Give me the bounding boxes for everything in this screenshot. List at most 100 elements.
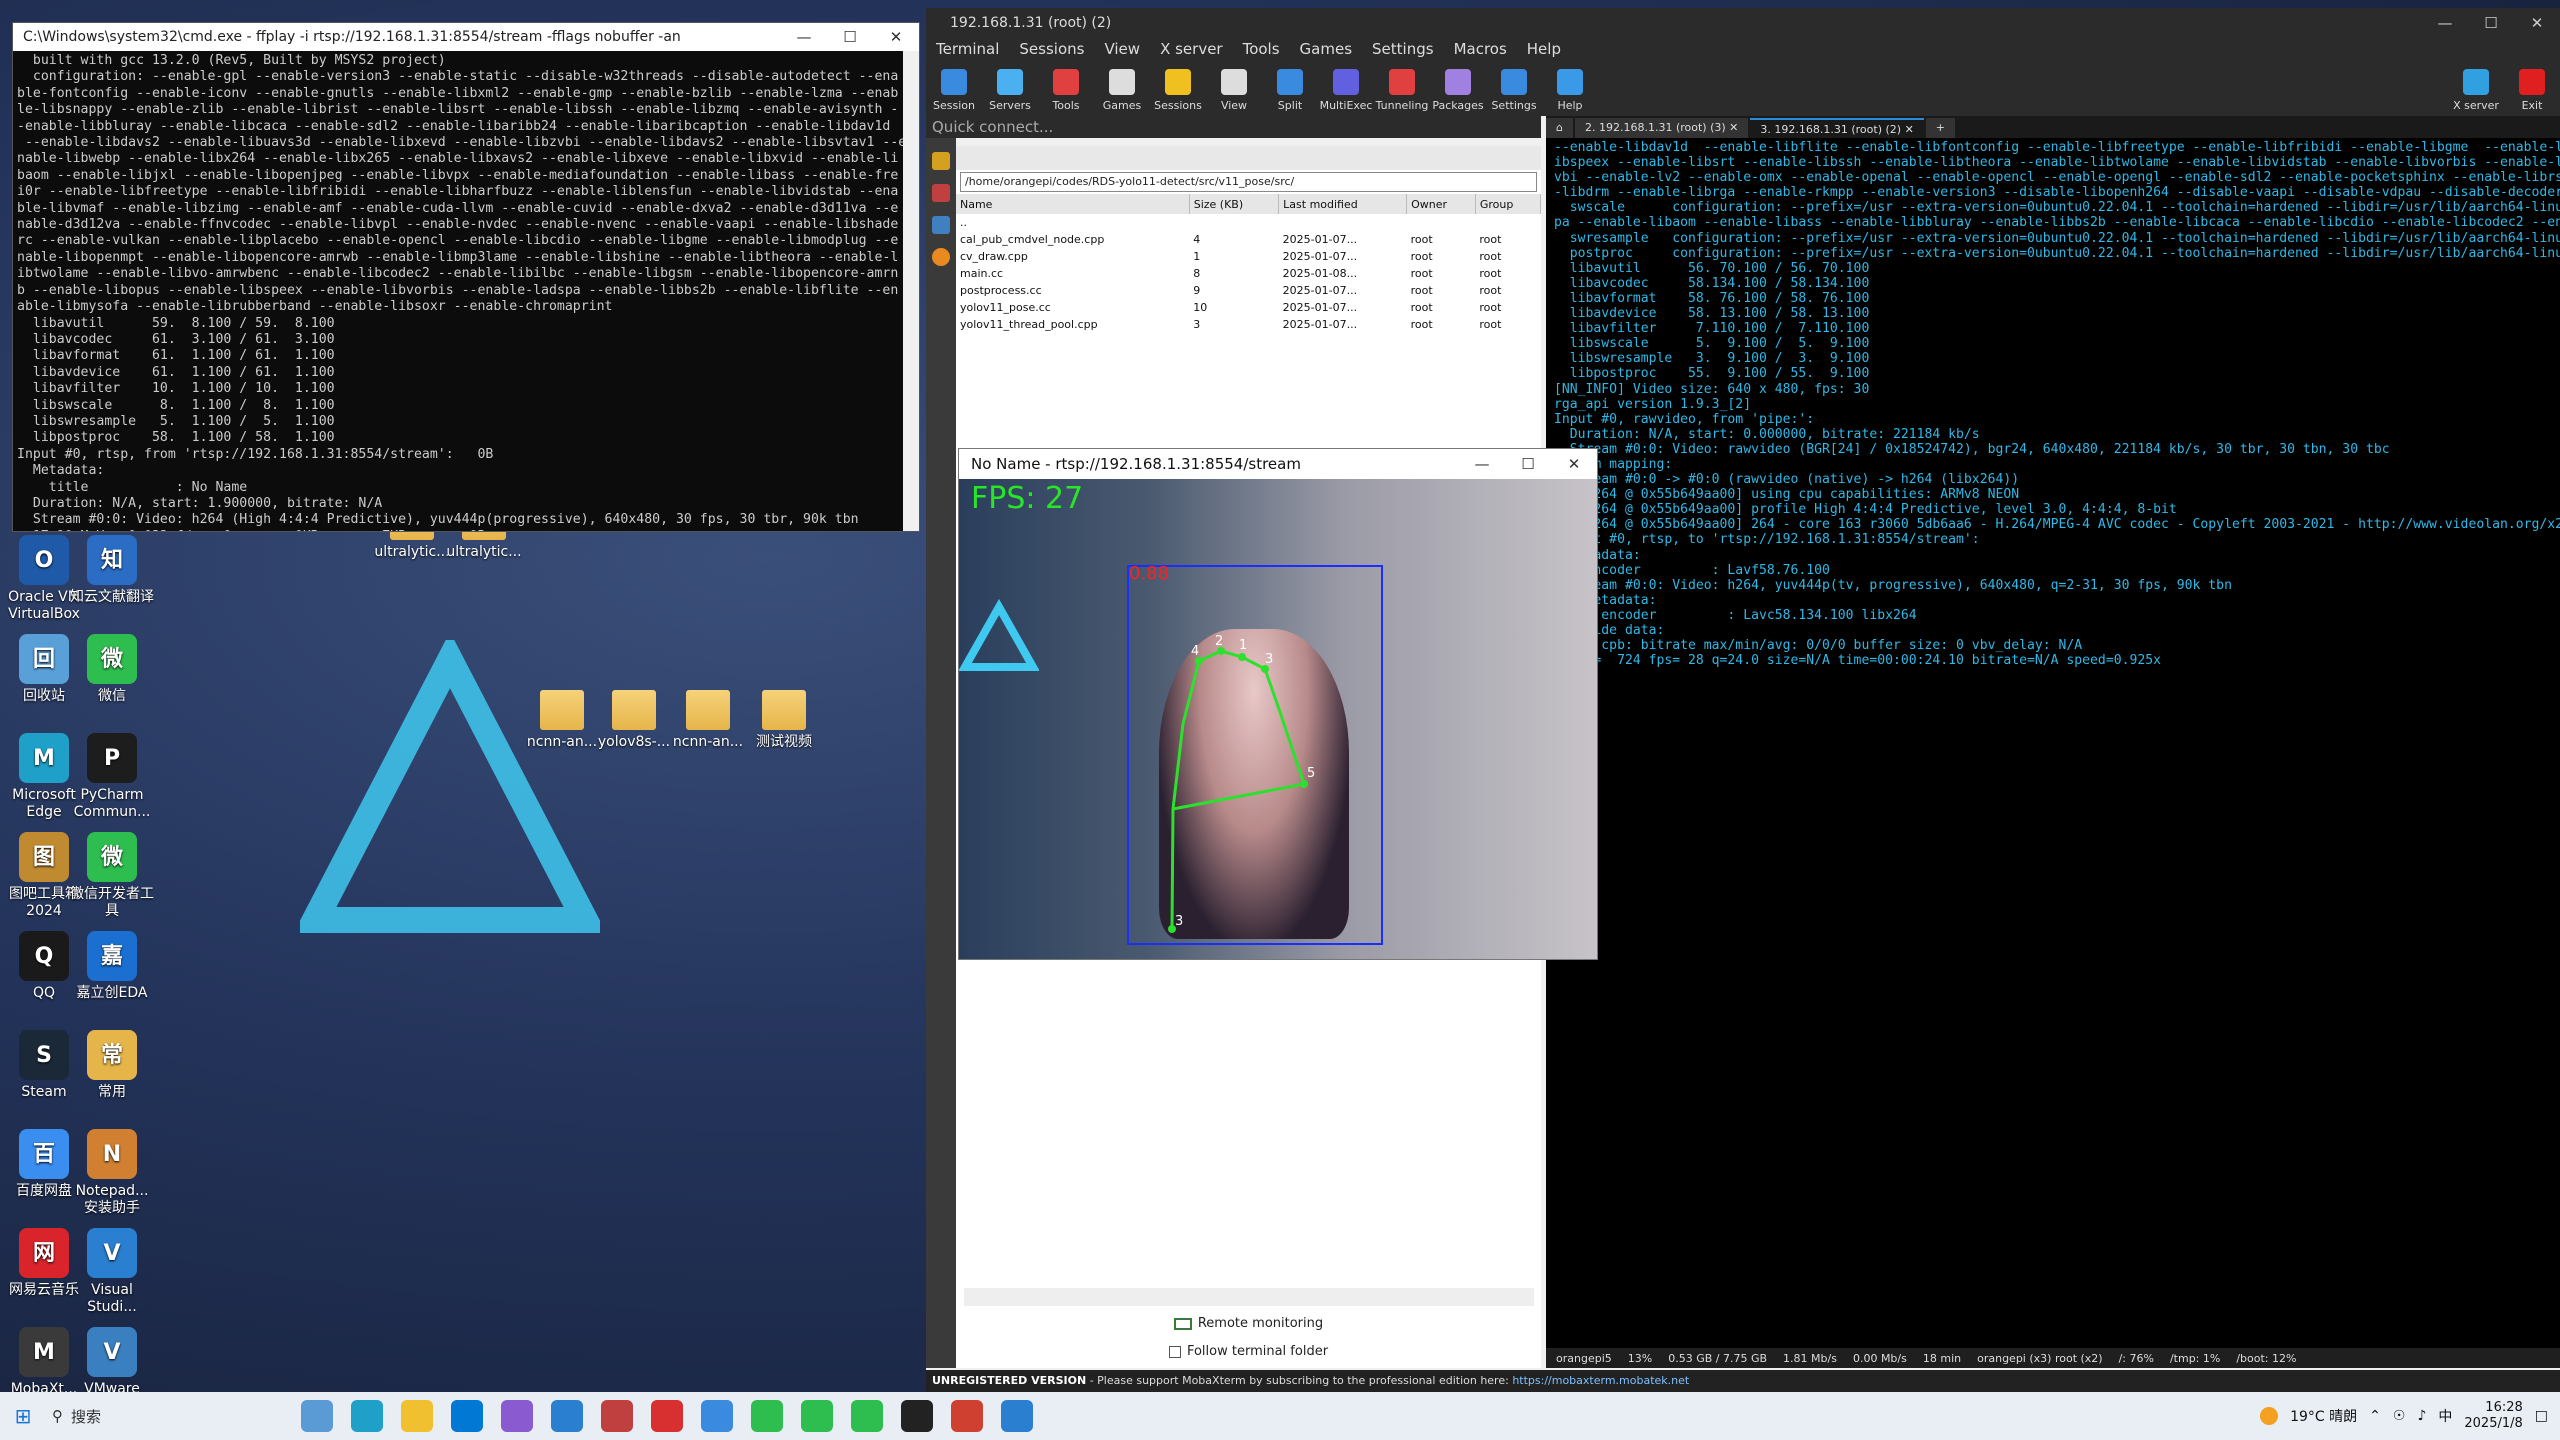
toolbar-x-server-button[interactable]: X server [2448,69,2504,112]
menu-item-terminal[interactable]: Terminal [926,40,1009,58]
cmd-window[interactable]: C:\Windows\system32\cmd.exe - ffplay -i … [12,22,920,532]
desktop-icon[interactable]: N Notepad... 安装助手 [68,1129,156,1217]
taskbar-app-icon[interactable] [451,1400,483,1432]
cmd-scrollbar[interactable] [903,51,919,531]
session-tab[interactable]: 2. 192.168.1.31 (root) (3) ✕ [1574,118,1749,138]
tools-icon[interactable] [932,184,950,202]
minimize-button[interactable]: — [781,28,827,46]
macros-icon[interactable] [932,248,950,266]
menu-item-help[interactable]: Help [1517,40,1571,58]
menu-item-games[interactable]: Games [1290,40,1362,58]
new-tab-button[interactable]: + [1925,118,1956,138]
taskbar-app-icon[interactable] [651,1400,683,1432]
ffplay-titlebar[interactable]: No Name - rtsp://192.168.1.31:8554/strea… [959,449,1597,479]
file-row[interactable]: main.cc 8 2025-01-08... root root [956,265,1541,282]
toolbar-view-button[interactable]: View [1206,69,1262,112]
toolbar-tunneling-button[interactable]: Tunneling [1374,69,1430,112]
toolbar-packages-button[interactable]: Packages [1430,69,1486,112]
taskbar-app-icon[interactable] [301,1400,333,1432]
taskbar-search[interactable]: ⚲ 搜索 [52,1398,192,1434]
column-header[interactable]: Group [1475,194,1542,214]
toolbar-sessions-button[interactable]: Sessions [1150,69,1206,112]
desktop-icon[interactable]: V Visual Studi... [68,1228,156,1316]
file-row[interactable]: cal_pub_cmdvel_node.cpp 4 2025-01-07... roo… [956,231,1541,248]
chevron-up-icon[interactable]: ⌃ [2369,1408,2381,1424]
menu-item-view[interactable]: View [1094,40,1150,58]
volume-icon[interactable]: ♪ [2417,1408,2426,1424]
sftp-hscrollbar[interactable] [964,1288,1534,1306]
ime-indicator[interactable]: 中 [2438,1406,2452,1426]
column-header[interactable]: Last modified [1278,194,1408,214]
desktop-folder[interactable]: ncnn-an... [664,690,752,751]
desktop-icon[interactable]: P PyCharm Commun... [68,733,156,821]
subscribe-link[interactable]: https://mobaxterm.mobatek.net [1512,1374,1689,1387]
toolbar-games-button[interactable]: Games [1094,69,1150,112]
toolbar-multiexec-button[interactable]: MultiExec [1318,69,1374,112]
taskbar-app-icon[interactable] [1001,1400,1033,1432]
ffplay-minimize-button[interactable]: — [1459,455,1505,473]
taskbar-app-icon[interactable] [601,1400,633,1432]
menu-item-settings[interactable]: Settings [1362,40,1444,58]
remote-monitoring-button[interactable]: Remote monitoring [956,1316,1541,1331]
notification-icon[interactable]: □ [2535,1408,2548,1424]
file-row[interactable]: yolov11_thread_pool.cpp 3 2025-01-07... roo… [956,316,1541,333]
file-row[interactable]: postprocess.cc 9 2025-01-07... root root [956,282,1541,299]
ffplay-close-button[interactable]: ✕ [1551,455,1597,473]
desktop-icon[interactable]: 微微信开发者工具 [68,832,156,920]
desktop-icon[interactable]: 知知云文献翻译 [68,535,156,606]
taskbar-app-icon[interactable] [951,1400,983,1432]
terminal[interactable]: --enable-libdav1d --enable-libflite --en… [1546,138,2560,1368]
home-tab[interactable]: ⌂ [1546,118,1573,138]
taskbar-app-icon[interactable] [801,1400,833,1432]
column-header[interactable]: Size (KB) [1189,194,1280,214]
sftp-icon[interactable] [932,216,950,234]
taskbar-app-icon[interactable] [851,1400,883,1432]
taskbar-app-icon[interactable] [701,1400,733,1432]
menu-item-x-server[interactable]: X server [1150,40,1233,58]
network-icon[interactable]: ☉ [2393,1408,2406,1424]
star-icon[interactable] [932,152,950,170]
toolbar-servers-button[interactable]: Servers [982,69,1038,112]
weather-label[interactable]: 19°C 晴朗 [2290,1406,2357,1426]
ffplay-window[interactable]: No Name - rtsp://192.168.1.31:8554/strea… [958,448,1598,960]
taskbar-app-icon[interactable] [901,1400,933,1432]
toolbar-settings-button[interactable]: Settings [1486,69,1542,112]
sftp-toolbar[interactable] [956,146,1541,170]
file-row[interactable]: yolov11_pose.cc 10 2025-01-07... root root [956,299,1541,316]
moba-minimize-button[interactable]: — [2422,14,2468,32]
desktop-icon[interactable]: 嘉嘉立创EDA [68,931,156,1002]
menu-item-sessions[interactable]: Sessions [1009,40,1094,58]
sftp-path-field[interactable]: /home/orangepi/codes/RDS-yolo11-detect/s… [960,172,1537,192]
toolbar-session-button[interactable]: Session [926,69,982,112]
menu-item-tools[interactable]: Tools [1233,40,1290,58]
cmd-titlebar[interactable]: C:\Windows\system32\cmd.exe - ffplay -i … [13,23,919,51]
taskbar-app-icon[interactable] [401,1400,433,1432]
desktop-icon[interactable]: 微微信 [68,634,156,705]
maximize-button[interactable]: ☐ [827,28,873,46]
taskbar-app-icon[interactable] [351,1400,383,1432]
clock[interactable]: 16:28 2025/1/8 [2464,1400,2522,1432]
ffplay-maximize-button[interactable]: ☐ [1505,455,1551,473]
windows-start-button[interactable]: ⊞ [0,1404,46,1428]
menu-item-macros[interactable]: Macros [1444,40,1517,58]
toolbar-split-button[interactable]: Split [1262,69,1318,112]
moba-titlebar[interactable]: 192.168.1.31 (root) (2) — ☐ ✕ [926,8,2560,38]
file-row[interactable]: cv_draw.cpp 1 2025-01-07... root root [956,248,1541,265]
follow-folder-checkbox[interactable]: Follow terminal folder [956,1344,1541,1359]
toolbar-help-button[interactable]: Help [1542,69,1598,112]
desktop-icon[interactable]: 常常用 [68,1030,156,1101]
toolbar-tools-button[interactable]: Tools [1038,69,1094,112]
taskbar-app-icon[interactable] [551,1400,583,1432]
moba-close-button[interactable]: ✕ [2514,14,2560,32]
file-row[interactable]: .. [956,214,1541,231]
taskbar-app-icon[interactable] [751,1400,783,1432]
toolbar-exit-button[interactable]: Exit [2504,69,2560,112]
column-header[interactable]: Owner [1406,194,1476,214]
close-button[interactable]: ✕ [873,28,919,46]
taskbar-app-icon[interactable] [501,1400,533,1432]
desktop-folder[interactable]: 测试视频 [740,690,828,751]
moba-maximize-button[interactable]: ☐ [2468,14,2514,32]
quick-connect-input[interactable]: Quick connect... [926,116,1541,138]
column-header[interactable]: Name [956,194,1190,214]
session-tab[interactable]: 3. 192.168.1.31 (root) (2) ✕ [1750,118,1924,138]
